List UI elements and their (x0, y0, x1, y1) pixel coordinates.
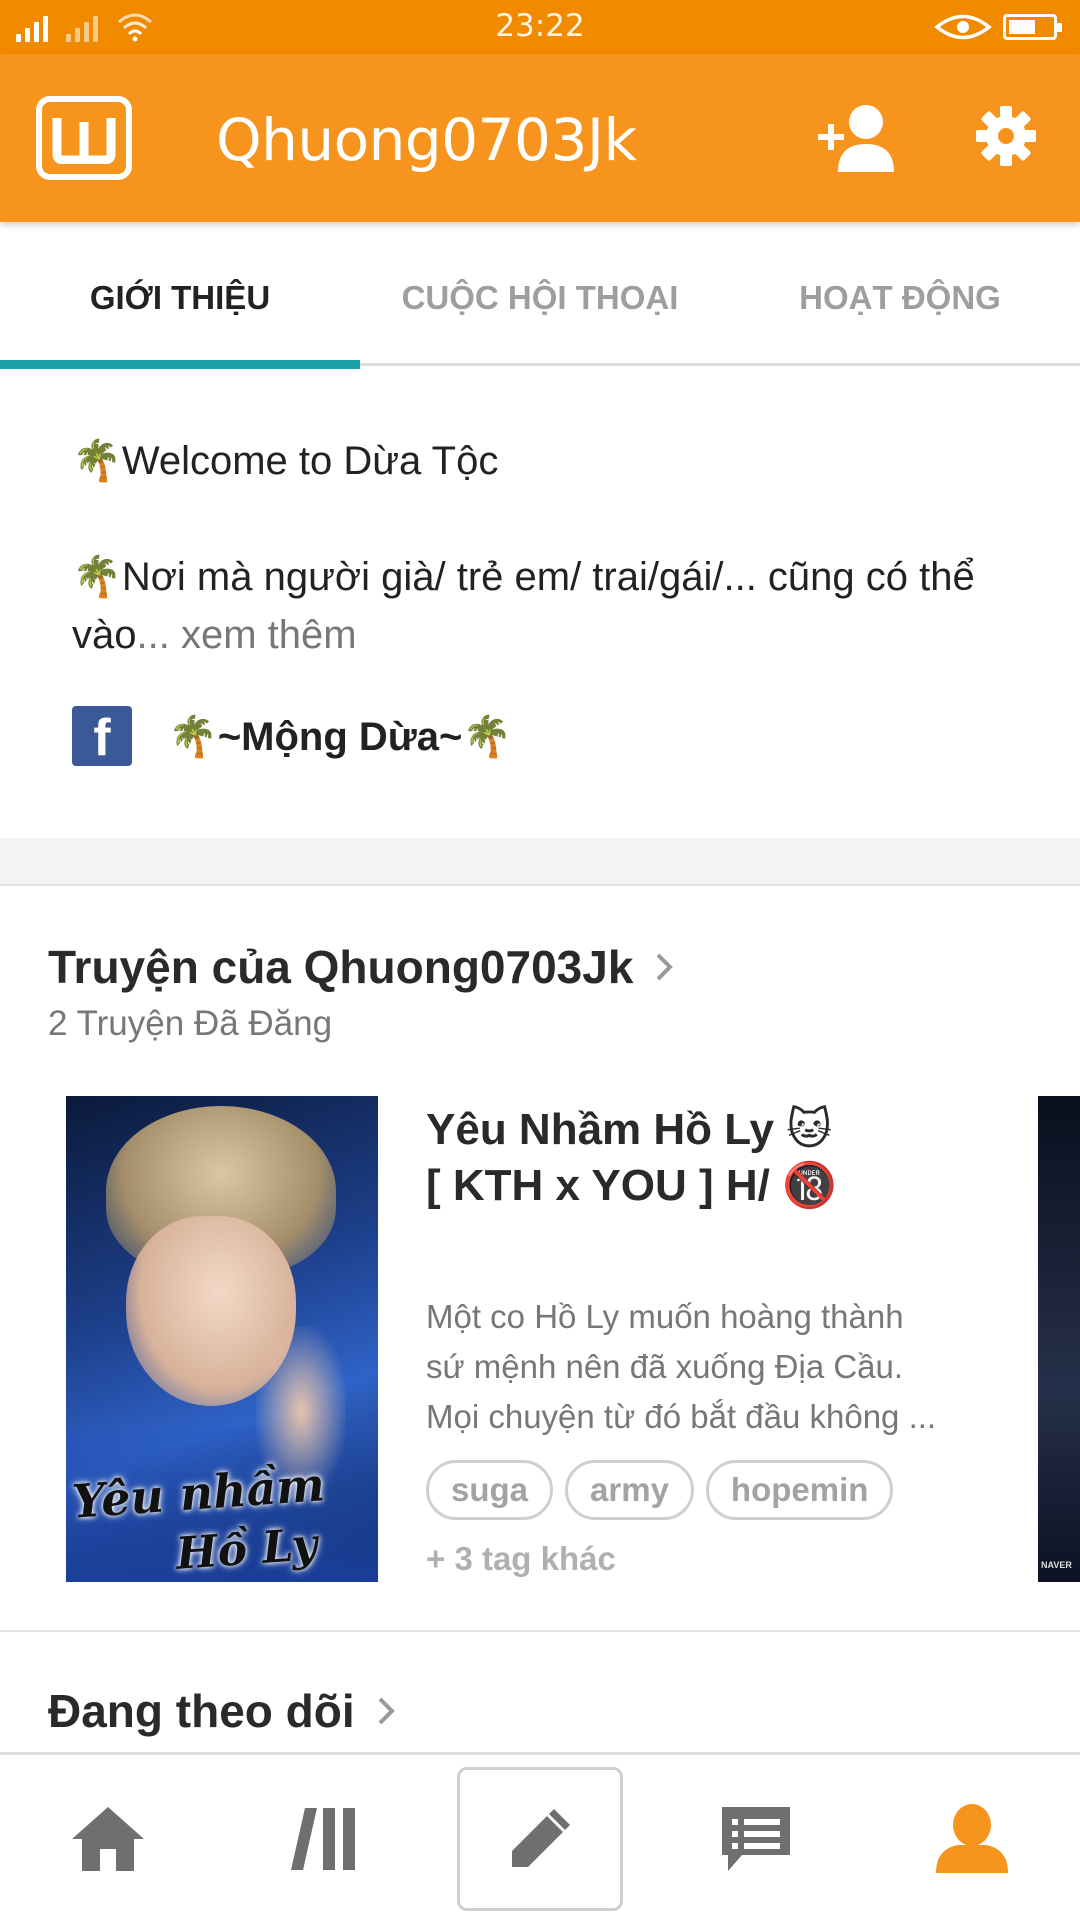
profile-tabs: GIỚI THIỆU CUỘC HỘI THOẠI HOẠT ĐỘNG (0, 222, 1080, 369)
home-icon (72, 1807, 144, 1871)
section-divider (0, 838, 1080, 886)
profile-icon (936, 1804, 1008, 1873)
tab-activity[interactable]: HOẠT ĐỘNG (720, 222, 1080, 366)
palm-tree-icon: 🌴 (462, 714, 513, 759)
section-divider (0, 1630, 1080, 1632)
facebook-name: ~Mộng Dừa~ (217, 714, 463, 759)
next-story-cover[interactable]: NAVER (1038, 1096, 1080, 1582)
profile-description: 🌴Welcome to Dừa Tộc 🌴Nơi mà người già/ t… (72, 432, 1032, 722)
palm-tree-icon: 🌴 (72, 439, 122, 483)
stories-section-header[interactable]: Truyện của Qhuong0703Jk (48, 940, 674, 994)
library-icon (291, 1808, 355, 1870)
story-tags: suga army hopemin (426, 1460, 894, 1520)
app-bar: Qhuong0703Jk (0, 54, 1080, 222)
profile-username: Qhuong0703Jk (216, 106, 637, 174)
nav-write[interactable] (456, 1755, 624, 1920)
write-icon (512, 1809, 570, 1867)
status-time: 23:22 (495, 8, 585, 44)
tab-conversations[interactable]: CUỘC HỘI THOẠI (360, 222, 720, 366)
intro-line-2: 🌴Nơi mà người già/ trẻ em/ trai/gái/... … (72, 555, 975, 657)
nav-messages[interactable] (684, 1755, 828, 1920)
read-more-link[interactable]: xem thêm (170, 613, 357, 657)
tag-chip[interactable]: army (565, 1460, 694, 1520)
nav-library[interactable] (252, 1755, 396, 1920)
bottom-navigation (0, 1752, 1080, 1920)
nav-profile[interactable] (900, 1755, 1044, 1920)
chevron-right-icon (378, 1697, 395, 1725)
nav-home[interactable] (36, 1755, 180, 1920)
palm-tree-icon: 🌴 (168, 714, 218, 759)
stories-count: 2 Truyện Đã Đăng (48, 1004, 333, 1043)
facebook-icon: f (72, 706, 132, 766)
battery-icon (1003, 14, 1062, 40)
stories-title: Truyện của Qhuong0703Jk (48, 941, 634, 993)
cat-emoji: 🐱 (786, 1105, 833, 1154)
gear-icon[interactable] (974, 104, 1038, 168)
cover-caption-2: Hồ Ly (174, 1519, 319, 1580)
facebook-link[interactable]: f 🌴~Mộng Dừa~🌴 (72, 706, 512, 766)
following-section-header[interactable]: Đang theo dõi (48, 1684, 395, 1738)
messages-icon (722, 1807, 790, 1871)
story-cover[interactable]: Yêu nhầm Hồ Ly (66, 1096, 378, 1582)
story-title[interactable]: Yêu Nhầm Hồ Ly 🐱 [ KTH x YOU ] H/ 🔞 (426, 1102, 1006, 1214)
tag-chip[interactable]: suga (426, 1460, 554, 1520)
following-title: Đang theo dõi (48, 1685, 355, 1737)
story-description: Một co Hồ Ly muốn hoàng thành sứ mệnh nê… (426, 1298, 937, 1435)
adults-only-emoji: 🔞 (782, 1161, 837, 1210)
wattpad-logo-icon[interactable] (36, 96, 132, 180)
status-bar: 23:22 (0, 0, 1080, 54)
add-user-icon[interactable] (816, 102, 900, 174)
intro-line-1: 🌴Welcome to Dừa Tộc (72, 439, 499, 483)
palm-tree-icon: 🌴 (72, 555, 122, 599)
tag-chip[interactable]: hopemin (705, 1460, 894, 1520)
eye-comfort-icon (934, 14, 992, 40)
chevron-right-icon (657, 953, 674, 981)
tab-about[interactable]: GIỚI THIỆU (0, 222, 360, 369)
more-tags-link[interactable]: + 3 tag khác (426, 1540, 616, 1578)
